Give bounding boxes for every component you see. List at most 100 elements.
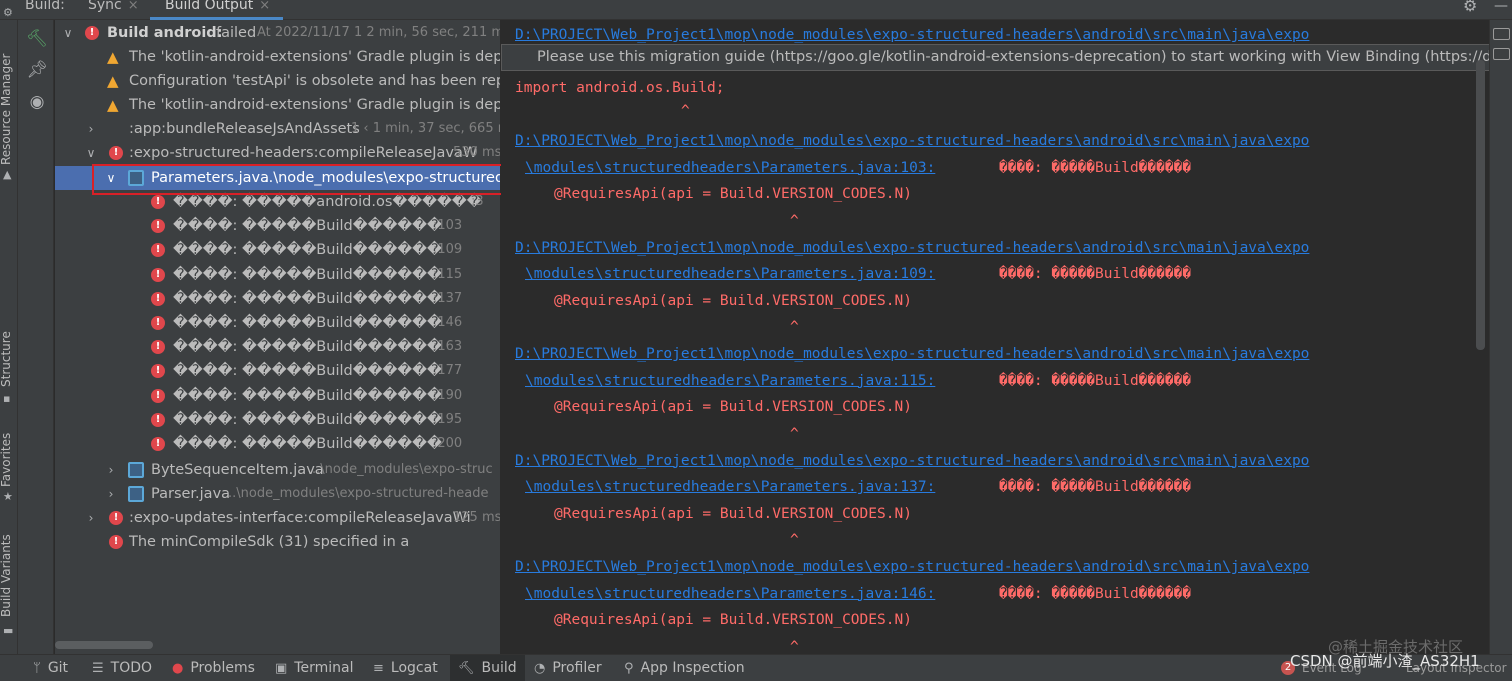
tab-logcat[interactable]: ≡ Logcat: [373, 655, 438, 681]
structure-icon: ▪: [3, 392, 11, 405]
error-icon: !: [151, 219, 165, 234]
chevron-down-icon[interactable]: ∨: [62, 21, 74, 45]
tool-window-structure[interactable]: Structure: [0, 331, 13, 387]
output-error-message: ����: �����Build������: [999, 372, 1192, 389]
horizontal-scrollbar[interactable]: [55, 641, 153, 649]
tool-window-resource-manager[interactable]: Resource Manager: [0, 54, 13, 165]
error-line: :177: [433, 363, 463, 379]
output-file-link[interactable]: \modules\structuredheaders\Parameters.ja…: [525, 263, 935, 285]
tree-row-warning[interactable]: ▲ The 'kotlin-android-extensions' Gradle…: [55, 93, 500, 117]
output-caret: ^: [790, 212, 799, 229]
tab-build[interactable]: 🔨︎ Build: [450, 655, 525, 681]
error-icon: !: [151, 316, 165, 330]
warning-icon: ▲: [107, 72, 119, 90]
build-tab-bar: Build: Sync × Build Output × ⚙ —: [0, 0, 1512, 20]
hide-icon[interactable]: —: [1494, 0, 1508, 14]
tree-row-error[interactable]: ! ����: �����Build������:177: [55, 359, 500, 383]
tab-sync-label: Sync: [88, 0, 122, 13]
error-message: ����: �����Build������: [173, 436, 442, 452]
chevron-right-icon[interactable]: ›: [105, 458, 117, 482]
close-icon[interactable]: ×: [128, 0, 139, 13]
error-icon: !: [151, 437, 165, 451]
star-icon: ★: [3, 490, 13, 503]
tree-row-error[interactable]: ! ����: �����Build������:200: [55, 432, 500, 456]
tree-row-warning[interactable]: ▲ Configuration 'testApi' is obsolete an…: [55, 69, 500, 93]
close-icon[interactable]: ×: [259, 0, 270, 13]
error-message: ����: �����Build������: [173, 290, 442, 307]
chevron-right-icon[interactable]: ›: [85, 117, 97, 141]
task-label: :app:bundleReleaseJsAndAssets: [129, 121, 360, 137]
tab-sync[interactable]: Sync ×: [88, 0, 139, 19]
tree-row-task[interactable]: › :app:bundleReleaseJsAndAssets 1 ‹ 1 mi…: [55, 117, 500, 141]
tree-row-error[interactable]: ! ����: �����Build������:103: [55, 214, 500, 238]
soft-wrap-icon[interactable]: [1493, 28, 1510, 40]
output-file-link[interactable]: \modules\structuredheaders\Parameters.ja…: [525, 157, 935, 179]
error-icon: !: [109, 146, 123, 160]
tab-git[interactable]: ᛘ Git: [33, 655, 68, 681]
chevron-right-icon[interactable]: ›: [85, 506, 97, 530]
tab-profiler[interactable]: ◔ Profiler: [534, 655, 602, 681]
tree-row-error[interactable]: ! ����: �����Build������:109: [55, 238, 500, 262]
tree-row-build-root[interactable]: ∨ ! Build android: failed At 2022/11/17 …: [55, 21, 500, 45]
output-file-link[interactable]: D:\PROJECT\Web_Project1\mop\node_modules…: [515, 24, 1309, 46]
tree-row-error[interactable]: ! ����: �����Build������:146: [55, 311, 500, 335]
error-line: :200: [433, 436, 463, 451]
tree-row-error[interactable]: ! ����: �����Build������:115: [55, 263, 500, 287]
error-icon: !: [85, 26, 99, 40]
tree-row-warning[interactable]: ▲ The 'kotlin-android-extensions' Gradle…: [55, 45, 500, 69]
tree-row-error[interactable]: ! The minCompileSdk (31) specified in a: [55, 530, 500, 554]
tab-app-inspection[interactable]: ⚲ App Inspection: [624, 655, 745, 681]
eye-icon[interactable]: ◉: [26, 91, 48, 113]
tab-problems[interactable]: ● Problems: [172, 655, 255, 681]
terminal-icon: ▣: [275, 661, 288, 676]
pin-icon[interactable]: 📌︎: [26, 59, 48, 81]
tree-row-error[interactable]: ! ����: �����Build������:195: [55, 408, 500, 432]
output-file-link[interactable]: \modules\structuredheaders\Parameters.ja…: [525, 476, 935, 498]
tree-row-task[interactable]: ∨ ! :expo-structured-headers:compileRele…: [55, 141, 500, 165]
gear-icon: ⚙: [3, 6, 13, 19]
scroll-to-end-icon[interactable]: [1493, 48, 1510, 60]
output-file-link[interactable]: D:\PROJECT\Web_Project1\mop\node_modules…: [515, 237, 1309, 259]
output-file-link[interactable]: \modules\structuredheaders\Parameters.ja…: [525, 583, 935, 605]
gear-icon[interactable]: ⚙: [1463, 0, 1477, 15]
error-line: :115: [433, 266, 463, 282]
tree-row-file[interactable]: › ByteSequenceItem.java ..\node_modules\…: [55, 458, 500, 482]
error-icon: ●: [172, 661, 184, 676]
output-code-line: @RequiresApi(api = Build.VERSION_CODES.N…: [554, 186, 912, 202]
output-file-link[interactable]: D:\PROJECT\Web_Project1\mop\node_modules…: [515, 450, 1309, 472]
tab-profiler-label: Profiler: [552, 660, 602, 676]
vertical-scrollbar[interactable]: [1476, 60, 1485, 350]
task-meta: 1 ‹ 1 min, 37 sec, 665 ms: [351, 121, 500, 136]
java-file-icon: [128, 462, 144, 478]
tab-logcat-label: Logcat: [390, 660, 438, 676]
tab-terminal[interactable]: ▣ Terminal: [275, 655, 353, 681]
chevron-right-icon[interactable]: ›: [105, 482, 117, 506]
tree-row-file[interactable]: › Parser.java ..\node_modules\expo-struc…: [55, 482, 500, 506]
hammer-icon[interactable]: 🔨︎: [26, 28, 48, 50]
tree-row-error[interactable]: ! ����: �����Build������:137: [55, 287, 500, 311]
tree-row-error[interactable]: ! ����: �����Build������:190: [55, 384, 500, 408]
watermark-csdn: CSDN @前端小渣_AS32H1: [1290, 652, 1480, 670]
chevron-down-icon[interactable]: ∨: [85, 141, 97, 165]
output-code-line: @RequiresApi(api = Build.VERSION_CODES.N…: [554, 505, 912, 522]
tab-todo[interactable]: ☰ TODO: [92, 655, 152, 681]
error-line: :195: [433, 411, 463, 427]
error-icon: !: [151, 388, 165, 403]
error-message: ����: �����Build������: [173, 266, 442, 283]
tree-row-task[interactable]: › ! :expo-updates-interface:compileRelea…: [55, 506, 500, 530]
tool-window-favorites[interactable]: Favorites: [0, 433, 13, 487]
tree-row-error[interactable]: ! ����: �����Build������:163: [55, 335, 500, 359]
file-path: ..\node_modules\expo-struc: [312, 462, 493, 477]
error-message: ����: �����Build������: [173, 411, 442, 428]
output-error-message: ����: �����Build������: [999, 479, 1192, 495]
output-import-line: import android.os.Build;: [515, 80, 725, 96]
output-file-link[interactable]: D:\PROJECT\Web_Project1\mop\node_modules…: [515, 556, 1309, 578]
tool-window-build-variants[interactable]: Build Variants: [0, 534, 13, 617]
warning-text: Configuration 'testApi' is obsolete and …: [129, 73, 500, 89]
output-file-link[interactable]: D:\PROJECT\Web_Project1\mop\node_modules…: [515, 343, 1309, 365]
error-icon: !: [151, 195, 165, 209]
output-code-line: @RequiresApi(api = Build.VERSION_CODES.N…: [554, 292, 912, 309]
build-root-meta: At 2022/11/17 1 2 min, 56 sec, 211 ms: [257, 25, 500, 40]
output-file-link[interactable]: D:\PROJECT\Web_Project1\mop\node_modules…: [515, 130, 1309, 152]
output-file-link[interactable]: \modules\structuredheaders\Parameters.ja…: [525, 370, 935, 392]
